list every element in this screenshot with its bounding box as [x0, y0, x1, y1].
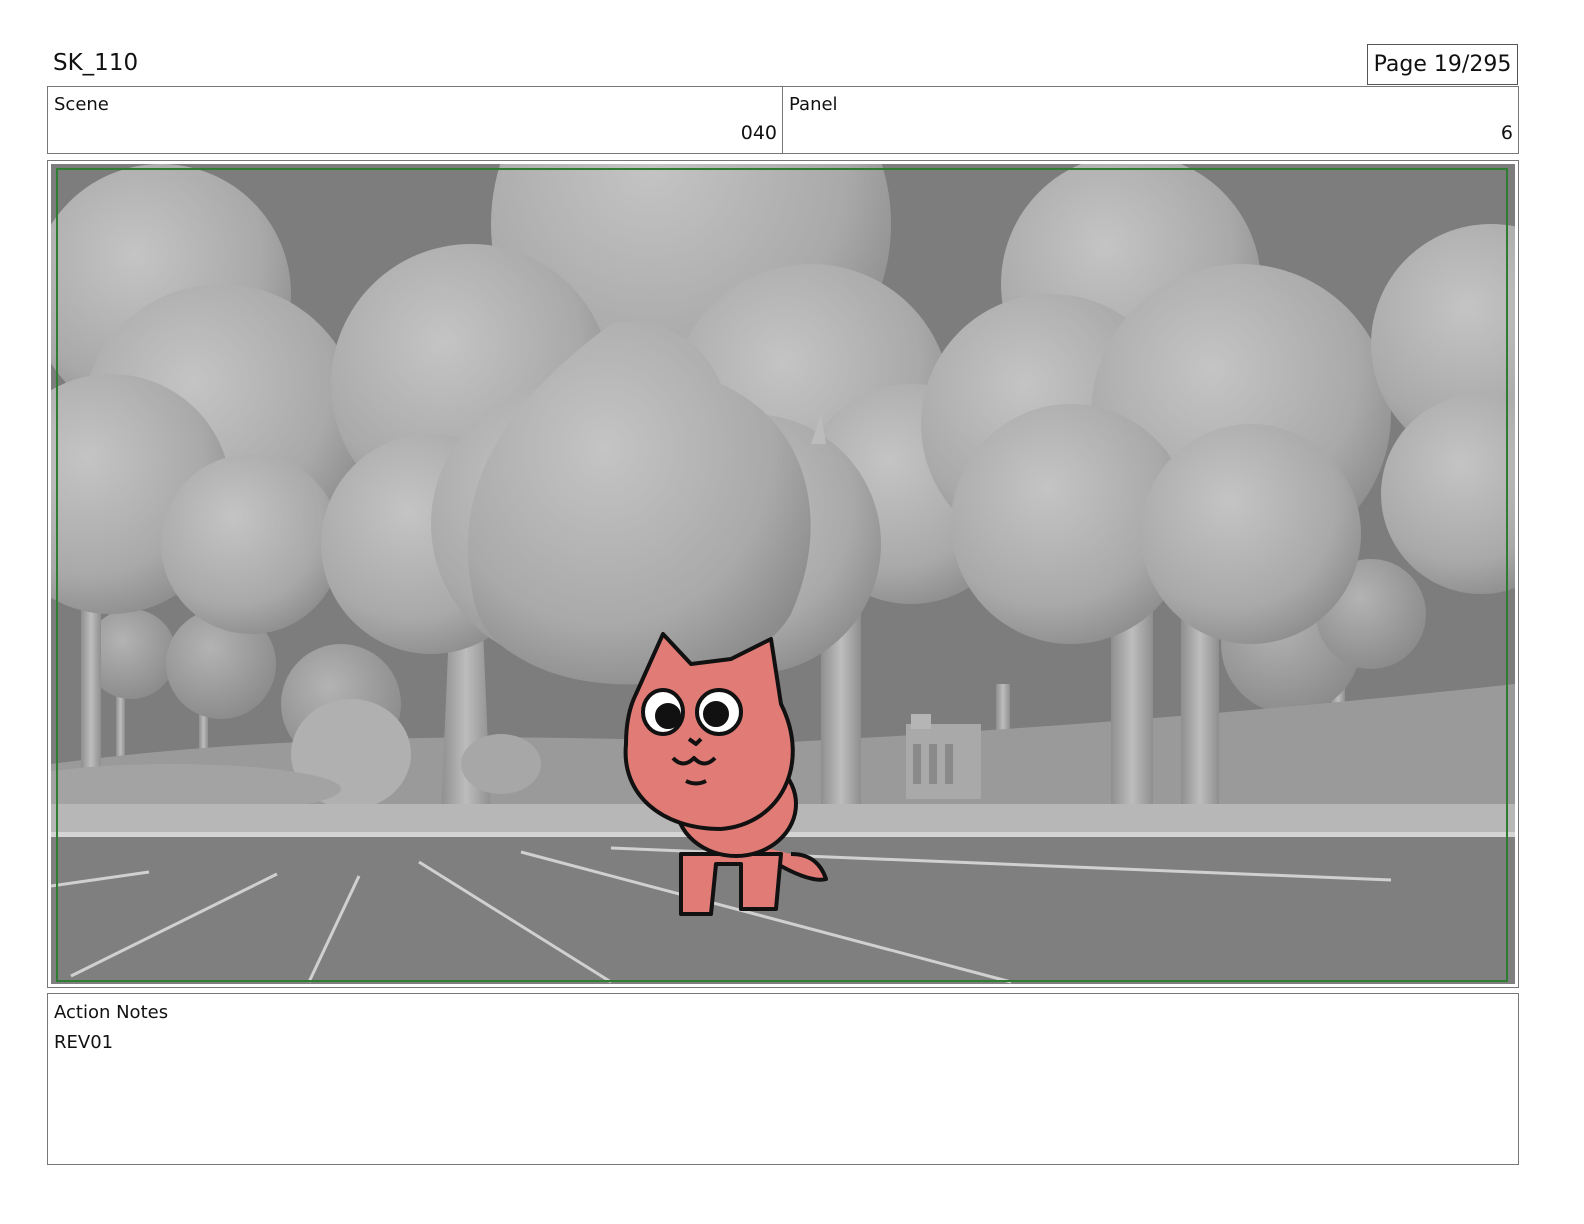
storyboard-image — [51, 164, 1515, 984]
document-title: SK_110 — [53, 50, 139, 76]
scene-label: Scene — [54, 94, 109, 115]
action-notes-label: Action Notes — [54, 1002, 169, 1023]
panel-label: Panel — [789, 94, 838, 115]
scene-field: Scene 040 — [47, 86, 783, 154]
page-number: 19/295 — [1433, 52, 1512, 77]
page-label: Page — [1373, 52, 1427, 77]
storyboard-panel-frame — [47, 160, 1519, 988]
building — [906, 714, 981, 799]
page-indicator: Page 19/295 — [1367, 44, 1518, 85]
scene-value: 040 — [740, 122, 777, 144]
panel-field: Panel 6 — [782, 86, 1519, 154]
action-notes-text: REV01 — [54, 1032, 114, 1053]
panel-value: 6 — [1500, 122, 1513, 144]
action-notes: Action Notes REV01 — [47, 993, 1519, 1165]
